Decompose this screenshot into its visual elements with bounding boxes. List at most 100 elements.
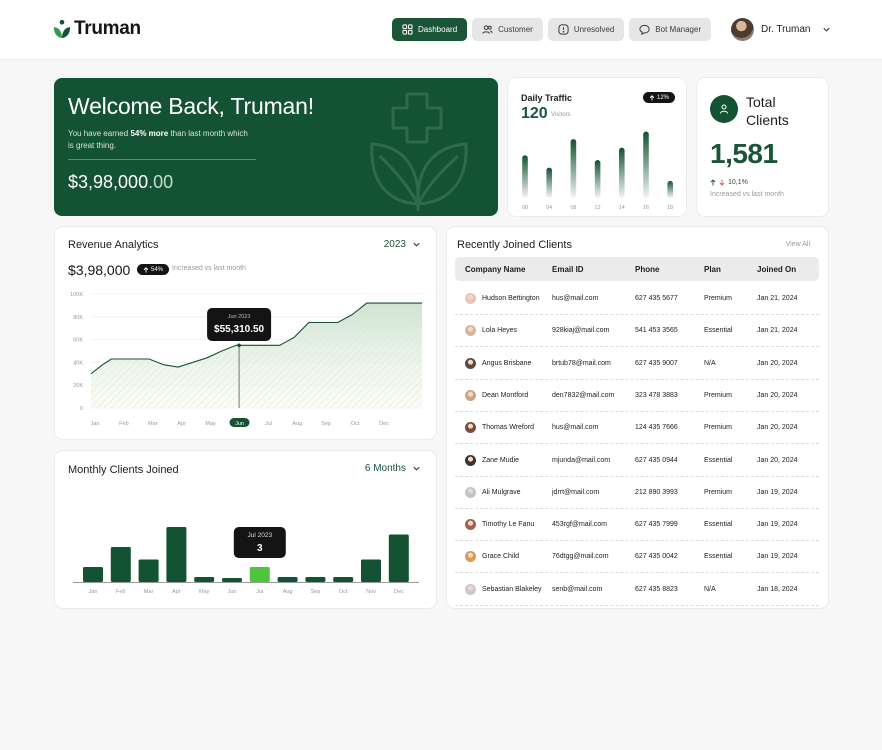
x-tick[interactable]: Sep xyxy=(321,421,331,427)
chevron-down-icon[interactable] xyxy=(822,25,831,34)
y-tick: 20K xyxy=(73,383,83,389)
total-clients-title: Total Clients xyxy=(746,94,789,128)
cell-phone: 124 435 7666 xyxy=(635,424,678,432)
cell-company: Timothy Le Fanu xyxy=(455,519,552,531)
x-tick[interactable]: Jun xyxy=(235,421,244,427)
cell-phone: 627 435 0944 xyxy=(635,456,678,464)
x-tick: Nov xyxy=(366,589,376,595)
traffic-bar xyxy=(546,167,552,198)
table-row[interactable]: Hudson Bettington hus@mail.com 627 435 567… xyxy=(455,283,819,315)
column-header-phone[interactable]: Phone xyxy=(635,265,704,274)
table-row[interactable]: Zane Mudie mjunda@mail.com 627 435 0944 Ess… xyxy=(455,445,819,477)
monthly-bar[interactable] xyxy=(222,578,242,582)
cell-phone: 541 453 3565 xyxy=(635,327,678,335)
cell-plan: Essential xyxy=(704,553,733,561)
year-dropdown[interactable]: 2023 xyxy=(384,239,421,250)
cell-email: 928kiaj@mail.com xyxy=(552,327,610,335)
period-dropdown[interactable]: 6 Months xyxy=(365,463,421,474)
period-dropdown-value: 6 Months xyxy=(364,463,406,474)
client-name: Grace Child xyxy=(482,553,519,561)
nav-dashboard-button[interactable]: Dashboard xyxy=(392,18,468,41)
column-header-joined[interactable]: Joined On xyxy=(757,265,819,274)
monthly-bar[interactable] xyxy=(305,577,326,582)
highlight-point xyxy=(237,343,241,348)
monthly-bar[interactable] xyxy=(388,534,409,583)
cell-company: Angus Brisbane xyxy=(455,357,552,369)
x-tick: Oct xyxy=(339,589,348,595)
traffic-bar xyxy=(594,160,601,198)
welcome-card: Welcome Back, Truman! You have earned 54… xyxy=(54,78,498,216)
x-tick[interactable]: Jan xyxy=(91,421,100,427)
cell-joined: Jan 20, 2024 xyxy=(757,391,798,399)
monthly-bar[interactable] xyxy=(83,567,103,582)
x-tick: Aug xyxy=(283,589,293,595)
monthly-bar[interactable] xyxy=(333,577,354,582)
cell-plan: N/A xyxy=(704,585,716,593)
nav-customer-button[interactable]: Customer xyxy=(472,18,543,41)
client-name: Dean Montford xyxy=(482,391,529,399)
table-row[interactable]: Timothy Le Fanu 453rgf@mail.com 627 435 79… xyxy=(455,509,819,542)
monthly-bar[interactable] xyxy=(194,577,215,582)
client-name: Ali Mulgrave xyxy=(482,488,521,496)
monthly-bar[interactable] xyxy=(138,559,159,583)
brand-name: Truman xyxy=(74,18,141,39)
table-row[interactable]: Thomas Wreford hus@mail.com 124 435 7666 Pr… xyxy=(455,412,819,445)
cell-company: Zane Mudie xyxy=(455,454,552,466)
x-tick[interactable]: May xyxy=(205,421,216,427)
monthly-bar[interactable] xyxy=(277,577,298,582)
x-tick[interactable]: Oct xyxy=(351,421,360,427)
avatar xyxy=(465,325,476,337)
user-menu[interactable]: Dr. Truman xyxy=(731,18,831,41)
monthly-bar[interactable] xyxy=(249,567,270,582)
monthly-bar-chart: Jan Feb Mar Apr May Jun Jul Aug Sep Oct Nov Dec Jul … xyxy=(73,527,419,595)
welcome-message-highlight: 54% more xyxy=(130,129,169,138)
cell-email: brtub78@mail.com xyxy=(552,359,611,367)
monthly-bar[interactable] xyxy=(110,547,131,582)
column-header-company[interactable]: Company Name xyxy=(455,265,552,274)
arrow-down-icon xyxy=(719,179,725,186)
x-tick[interactable]: Jul xyxy=(265,421,272,427)
cell-email: hus@mail.com xyxy=(552,424,599,432)
avatar xyxy=(465,519,476,531)
x-tick: Apr xyxy=(172,589,181,595)
traffic-bar xyxy=(643,131,649,198)
table-row[interactable]: Ali Mulgrave jdrrt@mail.com 212 890 3993 Pr… xyxy=(455,477,819,509)
cell-plan: Premium xyxy=(704,488,733,496)
table-row[interactable]: Dean Montford den7832@mail.com 323 478 388… xyxy=(455,380,819,412)
x-tick[interactable]: Feb xyxy=(119,421,128,427)
table-row[interactable]: Grace Child 76dtgg@mail.com 627 435 0042 Es… xyxy=(455,541,819,574)
monthly-bar[interactable] xyxy=(166,527,187,582)
monthly-bar[interactable] xyxy=(361,559,381,583)
avatar xyxy=(731,18,754,41)
cell-company: Thomas Wreford xyxy=(455,422,552,434)
table-row[interactable]: Sebastian Blakeley senb@mail.com 627 435 8… xyxy=(455,574,819,606)
x-tick[interactable]: Apr xyxy=(177,421,186,427)
user-icon xyxy=(710,95,738,123)
arrow-up-icon xyxy=(143,266,149,272)
revenue-amount: $3,98,000 xyxy=(68,262,131,278)
column-header-plan[interactable]: Plan xyxy=(704,265,757,274)
column-header-email[interactable]: Email ID xyxy=(552,265,635,274)
table-row[interactable]: Lola Heyes 928kiaj@mail.com 541 453 3565 Es… xyxy=(455,315,819,348)
traffic-bar-chart: 00 04 08 12 14 16 18 xyxy=(522,131,673,211)
cell-company: Ali Mulgrave xyxy=(455,486,552,498)
traffic-bar xyxy=(667,180,673,198)
cell-email: mjunda@mail.com xyxy=(552,456,611,464)
nav-bot-manager-button[interactable]: Bot Manager xyxy=(629,18,712,41)
client-name: Hudson Bettington xyxy=(482,295,540,302)
nav-unresolved-button[interactable]: Unresolved xyxy=(547,18,625,41)
client-name: Thomas Wreford xyxy=(482,424,534,432)
view-all-link[interactable]: View All xyxy=(786,241,810,248)
cell-joined: Jan 19, 2024 xyxy=(757,553,798,561)
x-tick[interactable]: Mar xyxy=(148,421,158,427)
recent-clients-card: Recently Joined Clients View All Company… xyxy=(447,227,828,608)
x-tick[interactable]: Dec xyxy=(379,421,389,427)
avatar xyxy=(465,293,476,304)
table-row[interactable]: Angus Brisbane brtub78@mail.com 627 435 90… xyxy=(455,348,819,380)
cell-phone: 627 435 8823 xyxy=(635,585,678,593)
client-name: Lola Heyes xyxy=(482,327,518,335)
alert-icon xyxy=(558,24,569,35)
x-tick[interactable]: Aug xyxy=(292,421,302,427)
cell-plan: Essential xyxy=(704,456,733,464)
brand[interactable]: Truman xyxy=(53,18,141,40)
